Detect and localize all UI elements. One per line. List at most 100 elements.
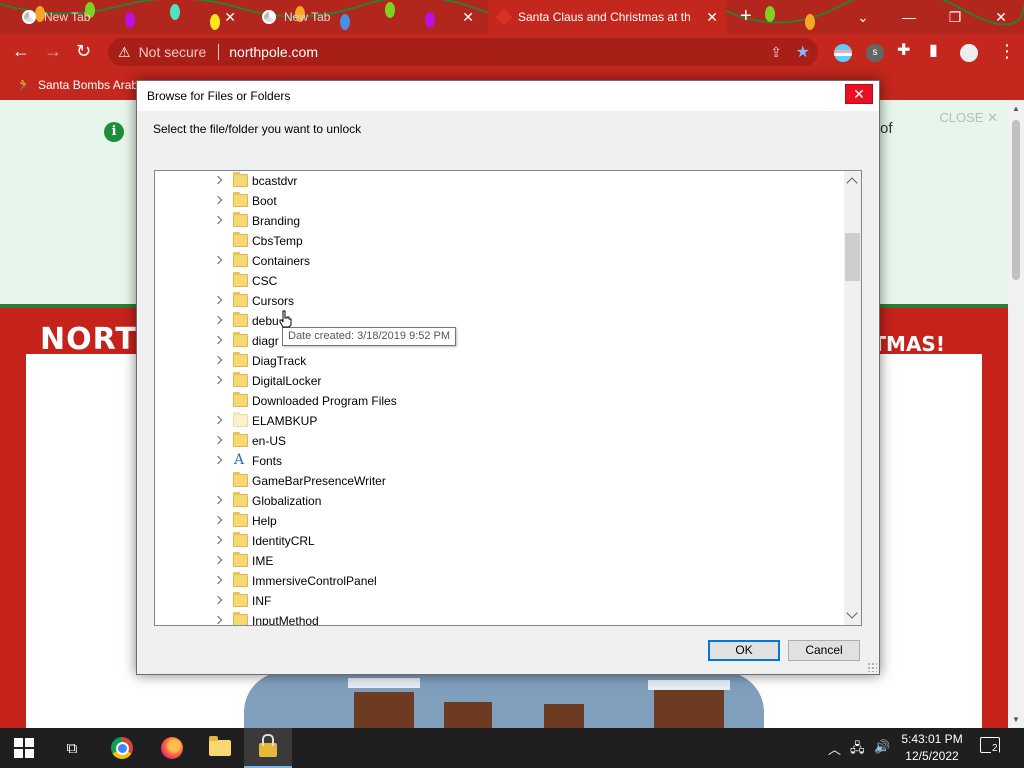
folder-row[interactable]: ImmersiveControlPanel [155,571,845,591]
close-tab-icon[interactable]: ✕ [706,9,718,26]
folder-row[interactable]: DigitalLocker [155,371,845,391]
close-tab-icon[interactable]: ✕ [224,9,236,26]
folder-row[interactable]: Boot [155,191,845,211]
chrome-icon[interactable] [98,728,146,768]
dialog-titlebar[interactable]: Browse for Files or Folders ✕ [137,81,879,111]
folder-row[interactable]: A Fonts [155,451,845,471]
folder-icon [233,212,248,227]
tab-search-chevron-icon[interactable]: ⌄ [840,0,886,34]
expand-chevron-icon[interactable] [213,314,223,326]
scroll-up-arrow-icon[interactable]: ▲ [1012,104,1020,113]
folder-row[interactable]: IME [155,551,845,571]
menu-kebab-icon[interactable]: ⋮ [998,42,1016,60]
expand-chevron-icon[interactable] [213,534,223,546]
close-tab-icon[interactable]: ✕ [462,9,474,26]
expand-chevron-icon[interactable] [213,454,223,466]
folder-tree[interactable]: bcastdvr Boot Branding CbsTemp Containers CSC… [154,170,862,626]
expand-chevron-icon[interactable] [213,214,223,226]
notification-center-icon[interactable]: 2 [980,737,1006,759]
folder-row[interactable]: IdentityCRL [155,531,845,551]
folder-row[interactable]: Containers [155,251,845,271]
expand-chevron-icon[interactable] [213,594,223,606]
expand-chevron-icon[interactable] [213,374,223,386]
address-bar[interactable]: ⚠ Not secure northpole.com ⇪ ★ [108,38,818,66]
tab-new-tab-1[interactable]: New Tab ✕ [12,0,244,34]
expand-chevron-icon[interactable] [213,254,223,266]
new-tab-plus-icon[interactable]: + [740,6,752,26]
expand-chevron-icon[interactable] [213,354,223,366]
tree-scroll-down-icon[interactable] [846,607,858,619]
page-scroll-thumb[interactable] [1012,120,1020,280]
folder-row[interactable]: Help [155,511,845,531]
expand-chevron-icon[interactable] [213,614,223,625]
folder-row[interactable]: DiagTrack [155,351,845,371]
back-arrow-icon[interactable]: ← [12,42,30,60]
folder-row[interactable]: debu [155,311,845,331]
volume-icon[interactable]: 🔊 [874,739,890,755]
tree-scrollbar[interactable] [844,171,861,625]
windows-start-icon[interactable] [0,728,48,768]
expand-chevron-icon[interactable] [213,574,223,586]
expand-chevron-icon[interactable] [213,174,223,186]
side-panel-icon[interactable]: ▮ [929,42,938,60]
scroll-down-arrow-icon[interactable]: ▼ [1012,715,1020,724]
folder-row[interactable]: CSC [155,271,845,291]
folder-row[interactable]: diagr [155,331,845,351]
tree-scroll-up-icon[interactable] [846,177,858,189]
file-explorer-icon[interactable] [196,728,244,768]
firefox-icon[interactable] [148,728,196,768]
not-secure-warning-icon[interactable]: ⚠ [118,44,131,61]
page-scrollbar[interactable]: ▲ ▼ [1008,100,1024,728]
folder-row[interactable]: en-US [155,431,845,451]
show-hidden-icons-chevron-icon[interactable]: ︿ [828,739,841,758]
folder-row[interactable]: INF [155,591,845,611]
expand-chevron-icon[interactable] [213,494,223,506]
share-icon[interactable]: ⇪ [770,44,782,61]
forward-arrow-icon[interactable]: → [44,42,62,60]
dialog-close-button[interactable]: ✕ [845,84,873,104]
expand-chevron-icon[interactable] [213,414,223,426]
tab-santa-claus[interactable]: Santa Claus and Christmas at the ✕ [488,0,726,34]
unlocker-icon[interactable] [244,728,292,768]
bookmark-santa-bombs[interactable]: Santa Bombs Arab [38,78,138,92]
system-clock[interactable]: 5:43:01 PM 12/5/2022 [896,731,968,765]
folder-row[interactable]: bcastdvr [155,171,845,191]
minimize-icon[interactable]: — [886,0,932,34]
task-view-icon[interactable]: ⧉ [48,728,96,768]
extension-flag-icon[interactable] [834,44,852,62]
extension-s-icon[interactable]: s [866,44,884,62]
folder-label: Containers [252,254,311,268]
folder-icon [233,332,248,347]
folder-row[interactable]: ELAMBKUP [155,411,845,431]
extensions-puzzle-icon[interactable]: ✚ [897,42,910,60]
folder-row[interactable]: Downloaded Program Files [155,391,845,411]
folder-row[interactable]: InputMethod [155,611,845,625]
date-created-tooltip: Date created: 3/18/2019 9:52 PM [282,327,457,346]
restore-icon[interactable]: ❐ [932,0,978,34]
tree-scroll-thumb[interactable] [845,233,860,281]
bookmark-star-icon[interactable]: ★ [796,42,810,62]
folder-row[interactable]: CbsTemp [155,231,845,251]
expand-chevron-icon[interactable] [213,514,223,526]
expand-chevron-icon[interactable] [213,334,223,346]
ok-button[interactable]: OK [708,640,780,661]
expand-chevron-icon[interactable] [213,434,223,446]
folder-row[interactable]: Branding [155,211,845,231]
folder-label: ImmersiveControlPanel [252,574,377,588]
expand-chevron-icon[interactable] [213,554,223,566]
network-icon[interactable]: 🖧 [850,739,865,761]
windows-taskbar: ⧉ ︿ 🖧 🔊 5:43:01 PM 12/5/2022 2 [0,728,1024,768]
expand-chevron-icon[interactable] [213,294,223,306]
url-text[interactable]: northpole.com [229,44,318,60]
resize-grip-icon[interactable] [867,662,877,672]
folder-row[interactable]: Globalization [155,491,845,511]
tab-new-tab-2[interactable]: New Tab ✕ [252,0,482,34]
cancel-button[interactable]: Cancel [788,640,860,661]
banner-close-button[interactable]: CLOSE ✕ [939,110,998,126]
reload-icon[interactable]: ↻ [76,42,91,60]
expand-chevron-icon[interactable] [213,194,223,206]
folder-row[interactable]: GameBarPresenceWriter [155,471,845,491]
folder-row[interactable]: Cursors [155,291,845,311]
window-close-icon[interactable]: ✕ [978,0,1024,34]
profile-avatar-icon[interactable] [960,44,978,62]
